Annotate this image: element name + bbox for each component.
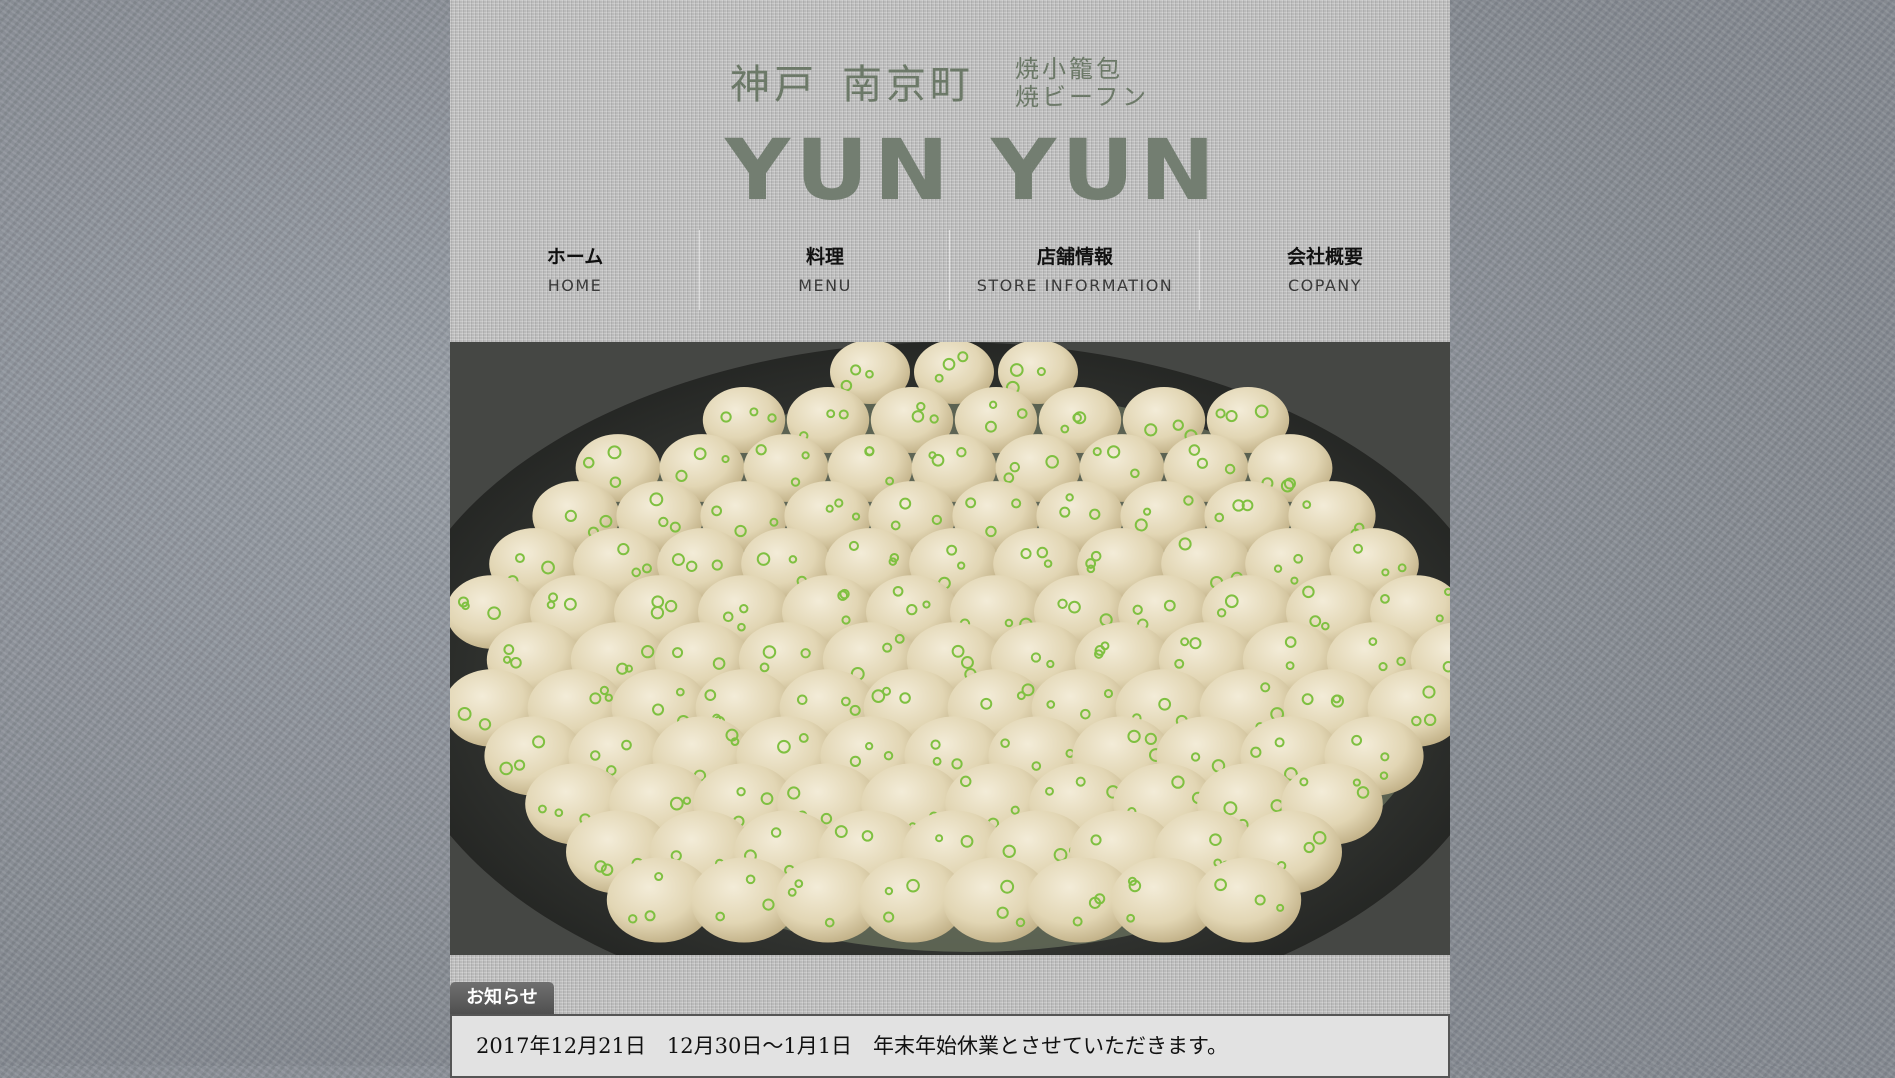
header: 神戸 南京町 焼小籠包 焼ビーフン YUN YUN	[450, 0, 1450, 230]
logo-kanji-right: 南京町	[842, 62, 974, 108]
logo-brand-name: YUN YUN	[725, 121, 1221, 219]
nav-label-jp: 店舗情報	[1036, 246, 1113, 268]
nav-label-en: HOME	[547, 276, 603, 295]
nav-label-jp: 会社概要	[1286, 246, 1363, 268]
site-logo[interactable]: 神戸 南京町 焼小籠包 焼ビーフン YUN YUN	[725, 55, 1215, 215]
logo-subtitle-line1: 焼小籠包	[1015, 55, 1123, 83]
nav-item-home[interactable]: ホーム HOME	[450, 230, 700, 310]
dumplings-pan-photo	[450, 342, 1450, 955]
logo-kanji-left: 神戸	[730, 62, 818, 108]
nav-item-store-information[interactable]: 店舗情報 STORE INFORMATION	[950, 230, 1200, 310]
notice-text: 2017年12月21日 12月30日～1月1日 年末年始休業とさせていただきます…	[476, 1034, 1228, 1058]
nav-item-menu[interactable]: 料理 MENU	[700, 230, 950, 310]
nav-label-jp: 料理	[805, 246, 844, 268]
page-container: 神戸 南京町 焼小籠包 焼ビーフン YUN YUN ホーム HOME 料理 ME…	[450, 0, 1450, 1078]
logo-subtitle-line2: 焼ビーフン	[1015, 83, 1150, 111]
logo-kanji-row: 神戸 南京町	[730, 61, 974, 109]
logo-subtitle: 焼小籠包 焼ビーフン	[1015, 55, 1149, 111]
notice-box: 2017年12月21日 12月30日～1月1日 年末年始休業とさせていただきます…	[450, 1014, 1450, 1078]
hero-image	[450, 342, 1450, 955]
nav-label-en: MENU	[798, 276, 852, 295]
main-nav: ホーム HOME 料理 MENU 店舗情報 STORE INFORMATION …	[450, 230, 1450, 310]
dumpling	[1194, 857, 1302, 943]
nav-label-en: COPANY	[1287, 276, 1363, 295]
nav-label-jp: ホーム	[546, 246, 604, 268]
nav-item-company[interactable]: 会社概要 COPANY	[1200, 230, 1450, 310]
nav-label-en: STORE INFORMATION	[976, 276, 1174, 295]
notice-tab: お知らせ	[450, 982, 554, 1014]
